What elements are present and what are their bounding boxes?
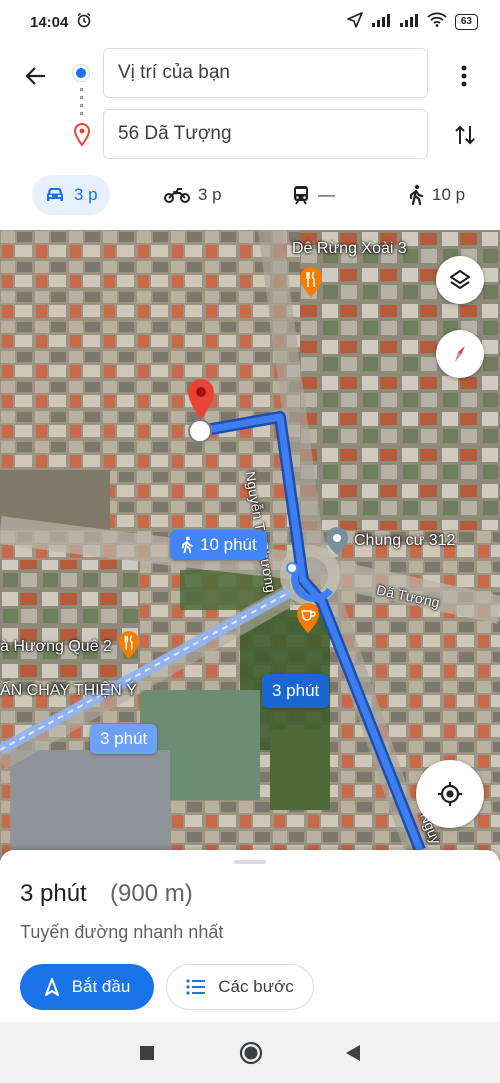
tab-walk[interactable]: 10 p xyxy=(396,175,477,215)
poi-label-chung-cu[interactable]: Chung cư 312 xyxy=(354,532,455,550)
tab-walk-label: 10 p xyxy=(432,185,466,204)
route-description: Tuyến đường nhanh nhất xyxy=(20,922,224,942)
compass-button[interactable] xyxy=(436,330,484,378)
triangle-back-icon xyxy=(346,1045,360,1061)
destination-marker-icon[interactable] xyxy=(186,378,216,427)
navigation-icon xyxy=(44,978,59,996)
back-nav-button[interactable] xyxy=(338,1038,368,1068)
swap-vert-icon xyxy=(455,125,475,145)
place-pin-icon[interactable] xyxy=(324,526,350,561)
tab-motorbike[interactable]: 3 p xyxy=(152,175,234,215)
recents-button[interactable] xyxy=(132,1038,162,1068)
tab-motorbike-label: 3 p xyxy=(198,185,222,204)
status-time: 14:04 xyxy=(30,13,69,31)
travel-mode-tabs: 3 p 3 p — 10 p xyxy=(0,172,500,218)
directions-header: Vị trí của bạn 56 Dã Tượng 3 p 3 p — 10 … xyxy=(0,44,500,228)
origin-dot-icon xyxy=(73,65,89,81)
battery-icon: 63 xyxy=(454,14,478,30)
walk-time-bubble[interactable]: 10 phút xyxy=(170,530,267,560)
more-options-button[interactable] xyxy=(450,58,478,94)
compass-icon xyxy=(455,346,465,362)
motorbike-icon xyxy=(164,188,190,203)
more-vert-icon xyxy=(461,65,467,87)
tab-car-label: 3 p xyxy=(74,185,98,204)
poi-label-huong-que[interactable]: à Hương Quê 2 xyxy=(0,638,112,656)
train-icon xyxy=(294,186,308,205)
route-time-bubble-alt[interactable]: 3 phút xyxy=(90,724,158,754)
origin-field[interactable]: Vị trí của bạn xyxy=(103,48,428,98)
alarm-icon xyxy=(76,12,92,33)
restaurant-pin-icon[interactable] xyxy=(298,266,324,303)
trip-duration: 3 phút xyxy=(20,880,87,907)
map-view[interactable]: Dê Rừng Xoài 3 Chung cư 312 à Hương Quê … xyxy=(0,230,500,860)
route-dots-divider xyxy=(80,88,83,118)
route-time-label-alt: 3 phút xyxy=(100,729,148,748)
wifi-icon xyxy=(427,12,447,32)
layers-button[interactable] xyxy=(436,256,484,304)
circle-icon xyxy=(239,1041,263,1065)
steps-button[interactable]: Các bước xyxy=(166,964,314,1010)
steps-button-label: Các bước xyxy=(218,977,294,996)
swap-button[interactable] xyxy=(450,118,480,152)
system-nav-bar xyxy=(0,1022,500,1083)
back-button[interactable] xyxy=(18,58,54,94)
layers-icon xyxy=(450,270,470,289)
signal-icon xyxy=(399,13,419,32)
route-time-label-main: 3 phút xyxy=(272,681,320,700)
cafe-pin-icon[interactable] xyxy=(295,602,321,639)
my-location-button[interactable] xyxy=(416,760,484,828)
walk-icon xyxy=(409,184,424,206)
tab-transit[interactable]: — xyxy=(280,175,347,215)
destination-pin-icon xyxy=(71,122,93,148)
tab-transit-label: — xyxy=(318,185,335,204)
route-summary-sheet[interactable]: 3 phút (900 m) Tuyến đường nhanh nhất Bắ… xyxy=(0,850,500,1022)
signal-icon xyxy=(371,13,391,32)
tab-car[interactable]: 3 p xyxy=(32,175,110,215)
status-bar: 14:04 63 xyxy=(0,0,500,44)
walk-icon xyxy=(182,536,193,554)
walk-time-label: 10 phút xyxy=(200,535,257,554)
location-arrow-icon xyxy=(347,11,363,33)
start-button[interactable]: Bắt đầu xyxy=(20,964,154,1010)
sheet-grabber[interactable] xyxy=(234,860,266,864)
trip-distance: (900 m) xyxy=(110,880,193,907)
poi-label-chay[interactable]: ẤN CHAY THIỆN Ý xyxy=(0,682,137,700)
square-icon xyxy=(140,1046,154,1060)
my-location-icon xyxy=(438,782,462,806)
poi-label-de-rung[interactable]: Dê Rừng Xoài 3 xyxy=(292,240,407,258)
restaurant-pin-icon[interactable] xyxy=(117,630,141,665)
arrow-back-icon xyxy=(25,67,45,85)
destination-field[interactable]: 56 Dã Tượng xyxy=(103,109,428,159)
list-icon xyxy=(186,979,206,995)
car-icon xyxy=(47,188,63,201)
start-button-label: Bắt đầu xyxy=(71,977,131,996)
route-time-bubble-main[interactable]: 3 phút xyxy=(262,674,330,708)
home-button[interactable] xyxy=(236,1038,266,1068)
